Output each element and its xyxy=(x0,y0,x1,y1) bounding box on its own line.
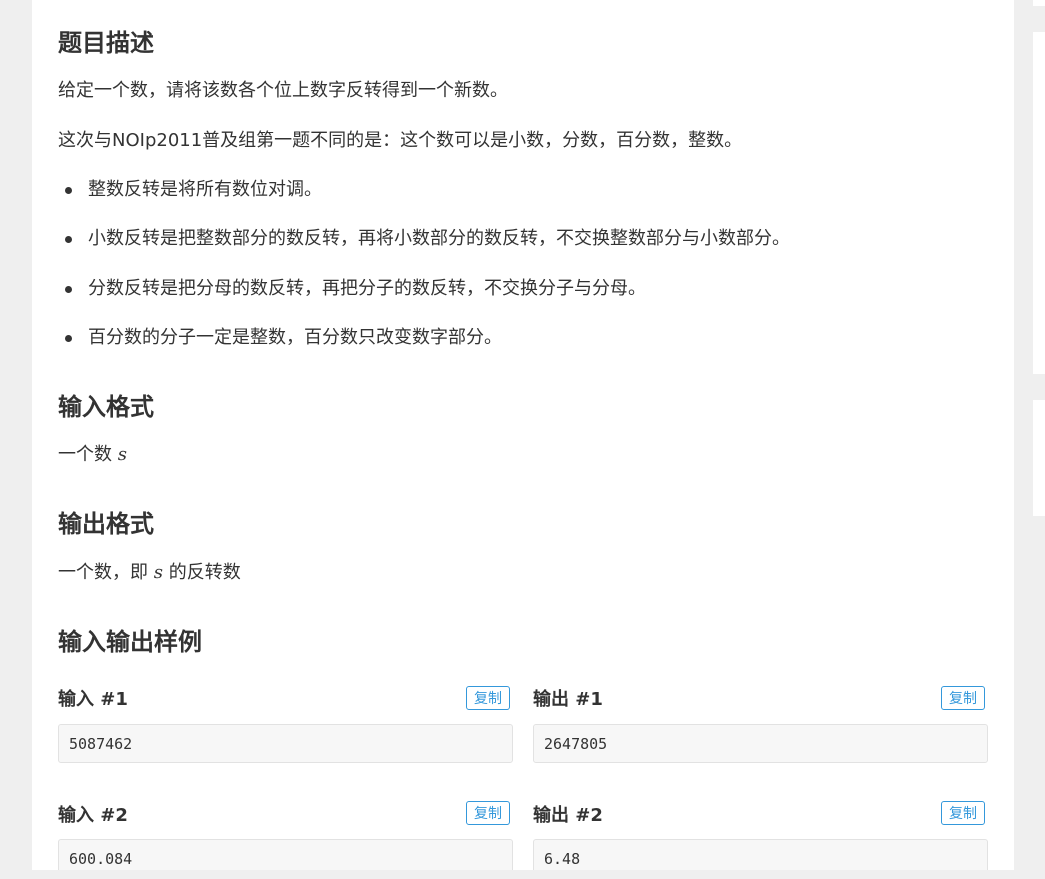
sample-output-box[interactable]: 2647805 xyxy=(533,724,988,763)
input-format-heading: 输入格式 xyxy=(58,393,154,421)
sample-input-box[interactable]: 600.084 xyxy=(58,839,513,870)
sample-input-box[interactable]: 5087462 xyxy=(58,724,513,763)
bullet-dot xyxy=(65,286,72,293)
sample-output-title: 输出 #1 xyxy=(533,689,603,710)
description-heading: 题目描述 xyxy=(58,29,154,57)
sample-input-title: 输入 #1 xyxy=(58,689,128,710)
copy-input-button[interactable]: 复制 xyxy=(466,801,510,825)
sidebar-card xyxy=(1033,32,1045,374)
bullet-item-fraction: 分数反转是把分母的数反转，再把分子的数反转，不交换分子与分母。 xyxy=(88,278,646,299)
input-format-text: 一个数 s xyxy=(58,444,127,465)
sample-output-box[interactable]: 6.48 xyxy=(533,839,988,870)
bullet-dot xyxy=(65,236,72,243)
output-format-heading: 输出格式 xyxy=(58,510,154,538)
output-format-text: 一个数，即 s 的反转数 xyxy=(58,562,241,583)
bullet-item-integer: 整数反转是将所有数位对调。 xyxy=(88,179,322,200)
math-variable: s xyxy=(153,562,163,583)
description-paragraph-1: 给定一个数，请将该数各个位上数字反转得到一个新数。 xyxy=(58,80,508,101)
description-paragraph-2: 这次与NOIp2011普及组第一题不同的是：这个数可以是小数，分数，百分数，整数… xyxy=(58,130,743,151)
copy-input-button[interactable]: 复制 xyxy=(466,686,510,710)
bullet-item-decimal: 小数反转是把整数部分的数反转，再将小数部分的数反转，不交换整数部分与小数部分。 xyxy=(88,228,790,249)
math-variable: s xyxy=(117,444,127,465)
sample-input-title: 输入 #2 xyxy=(58,805,128,826)
bullet-item-percent: 百分数的分子一定是整数，百分数只改变数字部分。 xyxy=(88,327,502,348)
sidebar-card-top xyxy=(1033,0,1045,6)
sample-output-title: 输出 #2 xyxy=(533,805,603,826)
copy-output-button[interactable]: 复制 xyxy=(941,686,985,710)
copy-output-button[interactable]: 复制 xyxy=(941,801,985,825)
bullet-dot xyxy=(65,335,72,342)
samples-heading: 输入输出样例 xyxy=(58,628,202,656)
sidebar-card xyxy=(1033,400,1045,516)
bullet-dot xyxy=(65,187,72,194)
